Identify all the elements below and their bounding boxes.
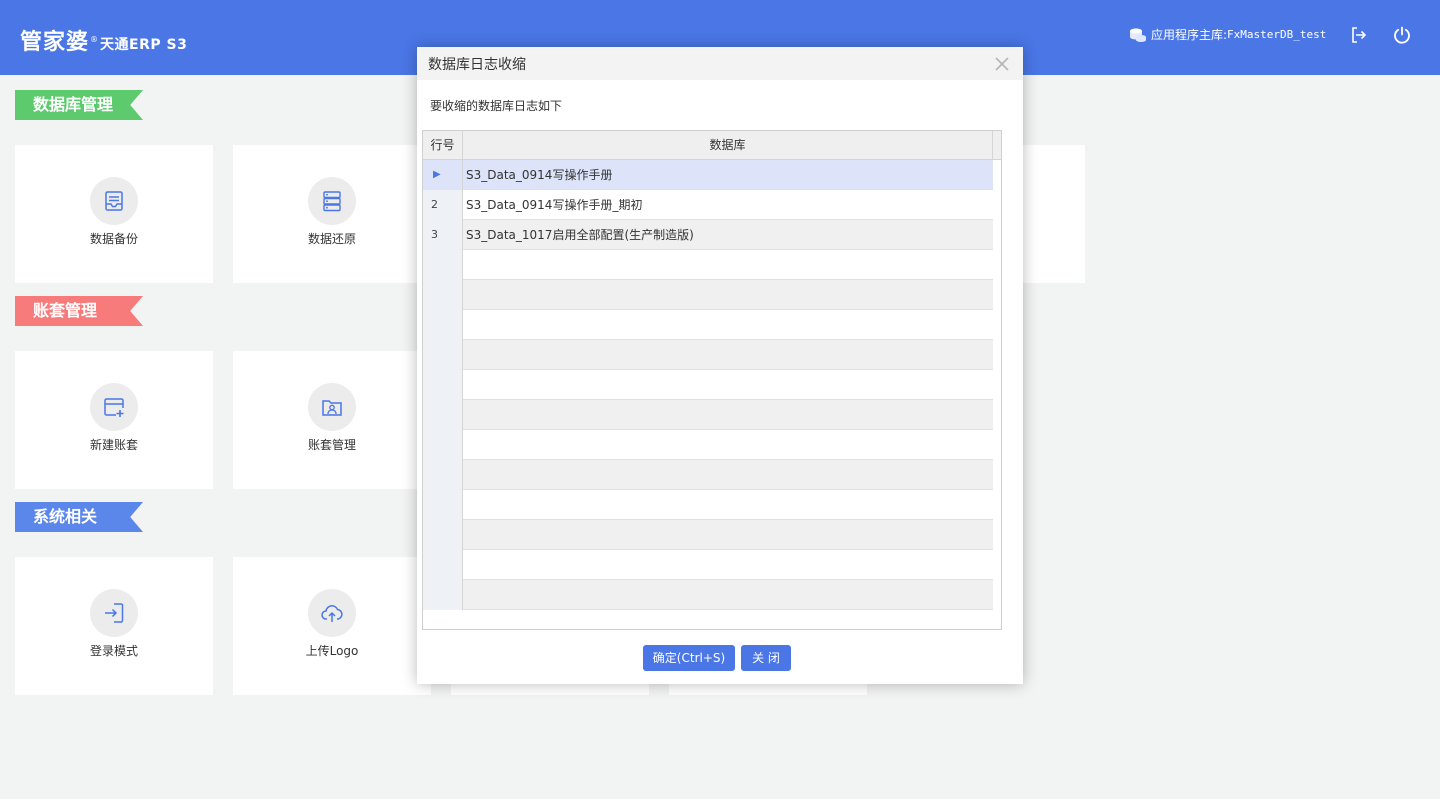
empty-row [423,520,993,550]
close-icon[interactable] [994,56,1010,72]
server-icon [323,191,341,212]
logo-brand: 管家婆 [20,30,90,55]
dialog-title: 数据库日志收缩 [428,57,526,73]
add-window-icon [104,398,124,417]
cell-database[interactable]: S3_Data_0914写操作手册_期初 [463,190,993,220]
tile-label: 登录模式 [89,644,138,658]
database-icon [1130,28,1146,42]
db-label: 应用程序主库: [1151,28,1228,42]
table-row[interactable]: ▶ S3_Data_0914写操作手册 [423,160,993,190]
column-header-database[interactable]: 数据库 [463,131,993,160]
tile-upload-logo[interactable]: 上传Logo [233,557,431,695]
grid-rows: ▶ S3_Data_0914写操作手册 2 S3_Data_0914写操作手册_… [423,160,993,610]
tile-label: 数据备份 [89,232,138,246]
shrink-log-dialog: 数据库日志收缩 要收缩的数据库日志如下 行号 数据库 ▶ S3_Data_091… [417,47,1023,684]
db-info: 应用程序主库: FxMasterDB_test [1129,26,1326,43]
cloud-upload-icon [321,605,343,622]
column-header-row-no[interactable]: 行号 [423,131,463,160]
db-name: FxMasterDB_test [1227,28,1327,41]
empty-row [423,430,993,460]
inbox-icon [105,191,123,211]
tile-new-account[interactable]: 新建账套 [15,351,213,489]
row-number: 2 [423,190,463,220]
tile-data-restore[interactable]: 数据还原 [233,145,431,283]
confirm-button[interactable]: 确定(Ctrl+S) [643,645,735,671]
empty-row [423,550,993,580]
close-button[interactable]: 关 闭 [741,645,791,671]
empty-row [423,310,993,340]
database-grid: 行号 数据库 ▶ S3_Data_0914写操作手册 2 S3_Data_091… [422,130,1002,630]
tile-label: 数据还原 [307,232,356,246]
section-tag-db-management: 数据库管理 [15,90,143,120]
section-tag-system: 系统相关 [15,502,143,532]
cell-database[interactable]: S3_Data_1017启用全部配置(生产制造版) [463,220,993,250]
dialog-titlebar[interactable]: 数据库日志收缩 [417,47,1023,80]
tile-label: 账套管理 [307,438,356,452]
tile-label: 新建账套 [89,438,138,452]
logo-registered-mark: ® [90,35,99,44]
tile-account-management[interactable]: 账套管理 [233,351,431,489]
row-number: 3 [423,220,463,250]
section-tag-account-management: 账套管理 [15,296,143,326]
table-row[interactable]: 3 S3_Data_1017启用全部配置(生产制造版) [423,220,993,250]
login-icon [105,603,124,623]
empty-row [423,490,993,520]
empty-row [423,400,993,430]
empty-row [423,250,993,280]
power-icon[interactable] [1392,25,1412,45]
exit-icon[interactable] [1349,25,1369,45]
row-indicator: ▶ [423,160,463,190]
tile-login-mode[interactable]: 登录模式 [15,557,213,695]
app-logo: 管家婆 ® 天通ERP S3 [20,24,187,56]
logo-product: 天通ERP S3 [100,37,188,53]
empty-row [423,340,993,370]
table-row[interactable]: 2 S3_Data_0914写操作手册_期初 [423,190,993,220]
empty-row [423,370,993,400]
tile-data-backup[interactable]: 数据备份 [15,145,213,283]
empty-row [423,280,993,310]
tile-label: 上传Logo [305,644,359,658]
grid-header: 行号 数据库 [423,131,1001,160]
dialog-hint: 要收缩的数据库日志如下 [430,99,563,113]
empty-row [423,460,993,490]
empty-row [423,580,993,610]
cell-database[interactable]: S3_Data_0914写操作手册 [463,160,993,190]
folder-user-icon [322,400,342,416]
